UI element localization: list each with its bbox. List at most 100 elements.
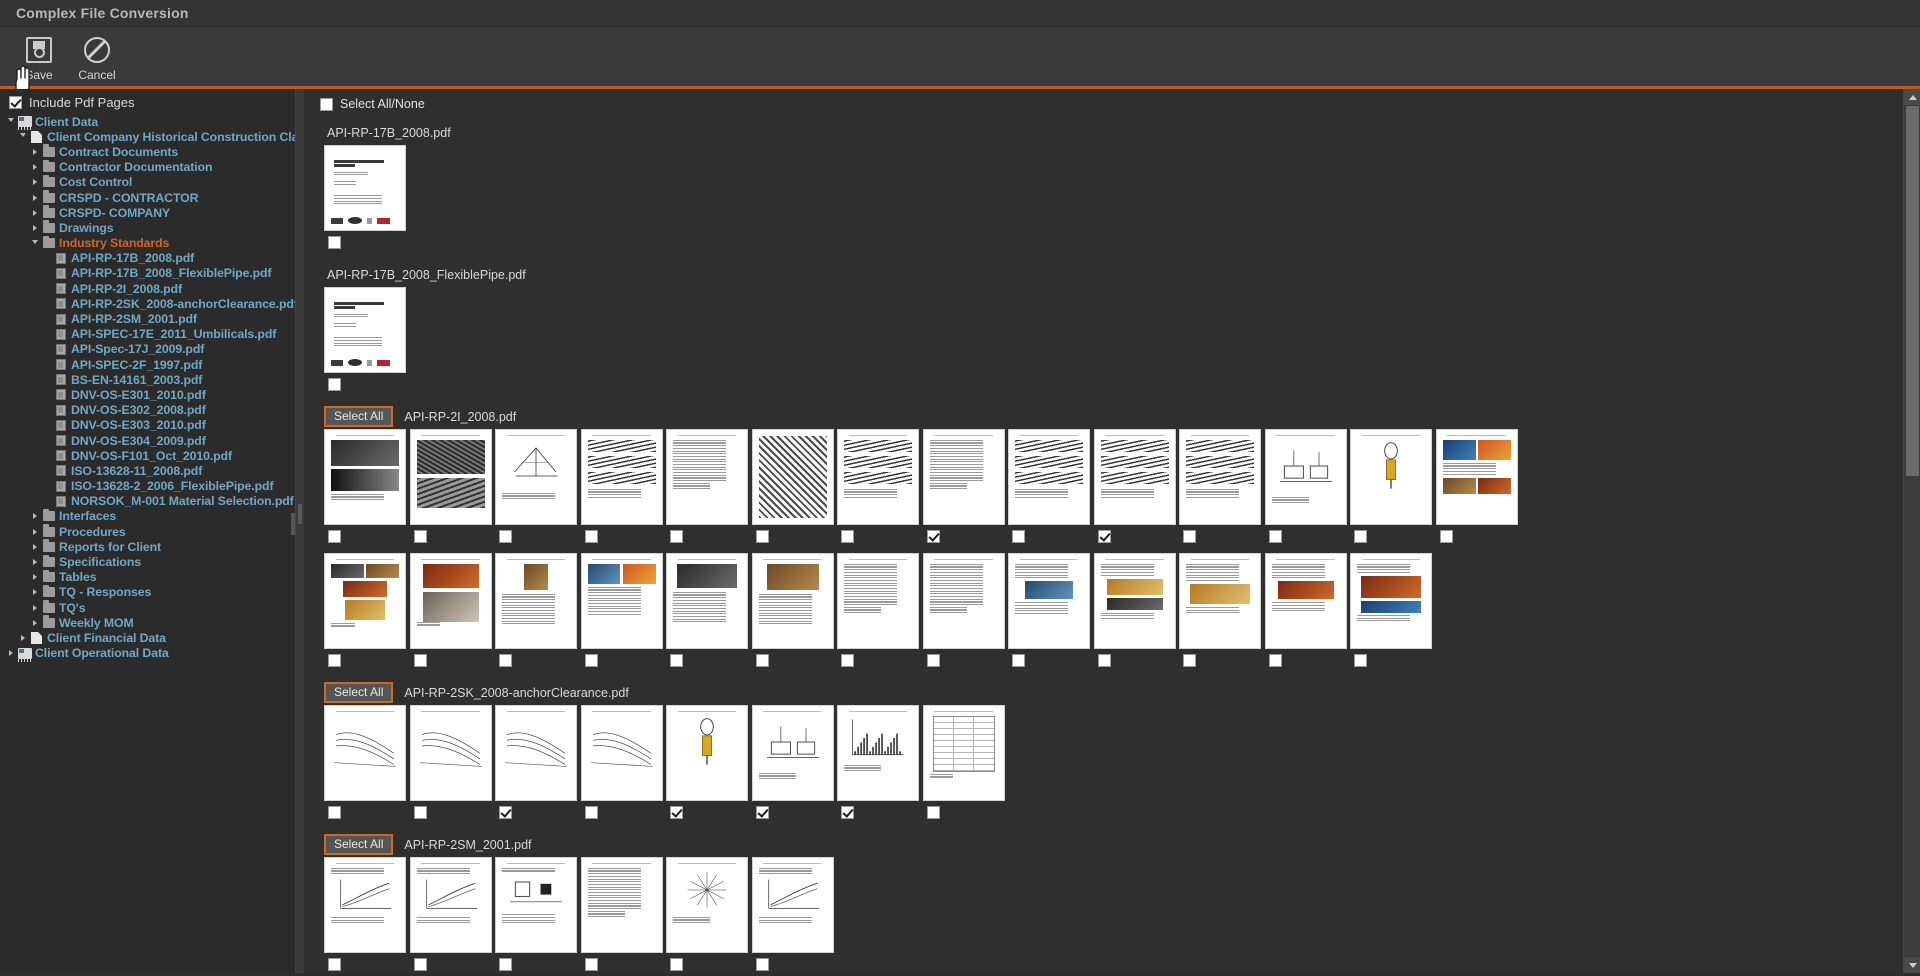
section-select-all-button[interactable]: Select All [324, 682, 394, 703]
page-thumbnail[interactable] [837, 429, 919, 525]
tree-node-api-spec-17j-2009-pdf[interactable]: API-Spec-17J_2009.pdf [4, 342, 295, 357]
scrollbar-thumb[interactable] [1906, 106, 1919, 476]
select-all-none-row[interactable]: Select All/None [310, 95, 1903, 117]
page-select-checkbox[interactable] [1354, 654, 1367, 667]
page-select-checkbox[interactable] [841, 806, 854, 819]
page-thumbnail[interactable] [1264, 429, 1347, 525]
page-select-checkbox[interactable] [670, 530, 683, 543]
tree-node-dnv-os-e303-2010-pdf[interactable]: DNV-OS-E303_2010.pdf [4, 418, 295, 433]
tree-node-bs-en-14161-2003-pdf[interactable]: BS-EN-14161_2003.pdf [4, 372, 295, 387]
tree-node-dnv-os-f101-oct-2010-pdf[interactable]: DNV-OS-F101_Oct_2010.pdf [4, 448, 295, 463]
page-select-checkbox[interactable] [1097, 530, 1111, 543]
page-select-checkbox[interactable] [1097, 654, 1111, 667]
page-thumbnail[interactable] [324, 705, 406, 801]
tree-node-dnv-os-e301-2010-pdf[interactable]: DNV-OS-E301_2010.pdf [4, 387, 295, 402]
page-select-checkbox[interactable] [926, 654, 940, 667]
panel-splitter-handle[interactable] [291, 513, 295, 536]
page-thumbnail[interactable] [580, 857, 663, 953]
tree-node-specifications[interactable]: Specifications [4, 554, 295, 569]
page-select-checkbox[interactable] [499, 806, 512, 819]
page-thumbnail[interactable] [495, 705, 577, 801]
page-select-checkbox[interactable] [328, 236, 341, 249]
tree-expand-arrow-icon[interactable] [28, 148, 41, 155]
page-thumbnail[interactable] [751, 857, 834, 953]
tree-node-interfaces[interactable]: Interfaces [4, 508, 295, 524]
include-pdf-pages-row[interactable]: Include Pdf Pages [0, 89, 295, 114]
page-thumbnail[interactable] [666, 429, 748, 525]
page-select-checkbox[interactable] [670, 654, 683, 667]
tree-node-tq-s[interactable]: TQ's [4, 600, 295, 615]
page-select-checkbox[interactable] [755, 958, 769, 971]
tree-node-weekly-mom[interactable]: Weekly MOM [4, 615, 295, 630]
tree-expand-arrow-icon[interactable] [4, 650, 17, 657]
tree-expand-arrow-icon[interactable] [28, 194, 41, 201]
vertical-scrollbar[interactable] [1903, 89, 1920, 973]
page-thumbnail[interactable] [751, 429, 834, 525]
tree-node-cost-control[interactable]: Cost Control [4, 174, 295, 190]
section-select-all-button[interactable]: Select All [324, 406, 394, 427]
tree-expand-arrow-icon[interactable] [28, 513, 41, 520]
tree-node-procedures[interactable]: Procedures [4, 524, 295, 539]
page-thumbnail[interactable] [409, 857, 492, 953]
tree-node-client-company-historical-construction-claim[interactable]: Client Company Historical Construction C… [4, 129, 295, 144]
tree-node-client-data[interactable]: Client Data [4, 114, 295, 131]
tree-node-iso-13628-2-2006-flexiblepipe-pdf[interactable]: ISO-13628-2_2006_FlexiblePipe.pdf [4, 479, 295, 494]
tree-node-api-spec-2f-1997-pdf[interactable]: API-SPEC-2F_1997.pdf [4, 357, 295, 372]
tree-expand-arrow-icon[interactable] [28, 604, 41, 611]
cancel-button[interactable]: Cancel [68, 33, 126, 82]
page-thumbnail[interactable] [580, 429, 663, 525]
page-select-checkbox[interactable] [328, 958, 341, 971]
page-select-checkbox[interactable] [1183, 654, 1196, 667]
page-thumbnail[interactable] [495, 553, 577, 649]
select-all-none-checkbox[interactable] [320, 97, 333, 111]
page-select-checkbox[interactable] [1012, 530, 1025, 543]
page-thumbnail[interactable] [751, 705, 834, 801]
page-select-checkbox[interactable] [499, 958, 512, 971]
page-thumbnail[interactable] [1435, 429, 1518, 525]
page-select-checkbox[interactable] [841, 654, 854, 667]
include-pdf-pages-checkbox[interactable] [9, 96, 22, 109]
page-select-checkbox[interactable] [499, 530, 512, 543]
tree-expand-arrow-icon[interactable] [28, 559, 41, 566]
tree-node-client-operational-data[interactable]: Client Operational Data [4, 646, 295, 662]
page-thumbnail[interactable] [751, 553, 834, 649]
page-thumbnail[interactable] [1008, 553, 1090, 649]
tree-node-api-rp-17b-2008-flexiblepipe-pdf[interactable]: API-RP-17B_2008_FlexiblePipe.pdf [4, 266, 295, 281]
page-select-checkbox[interactable] [926, 530, 940, 543]
page-select-checkbox[interactable] [1354, 530, 1367, 543]
page-thumbnail[interactable] [580, 553, 663, 649]
page-select-checkbox[interactable] [1268, 530, 1282, 543]
tree-node-crspd-contractor[interactable]: CRSPD - CONTRACTOR [4, 190, 295, 205]
page-thumbnail[interactable] [409, 429, 492, 525]
tree-node-crspd-company[interactable]: CRSPD- COMPANY [4, 205, 295, 220]
page-select-checkbox[interactable] [584, 530, 598, 543]
tree-node-contractor-documentation[interactable]: Contractor Documentation [4, 159, 295, 175]
page-select-checkbox[interactable] [413, 958, 427, 971]
page-select-checkbox[interactable] [1268, 654, 1282, 667]
page-thumbnail[interactable] [1350, 553, 1432, 649]
page-select-checkbox[interactable] [670, 958, 683, 971]
page-thumbnail[interactable] [495, 429, 577, 525]
tree-expand-arrow-icon[interactable] [28, 179, 41, 186]
inner-splitter-grip[interactable] [298, 504, 302, 525]
tree-node-contract-documents[interactable]: Contract Documents [4, 144, 295, 159]
tree-expand-arrow-icon[interactable] [28, 574, 41, 581]
page-thumbnail[interactable] [1093, 553, 1176, 649]
tree-node-tables[interactable]: Tables [4, 569, 295, 585]
page-thumbnail[interactable] [1179, 429, 1261, 525]
section-select-all-button[interactable]: Select All [324, 834, 394, 855]
save-button[interactable]: Save [10, 33, 68, 82]
page-thumbnail[interactable] [922, 429, 1005, 525]
page-thumbnail[interactable] [1350, 429, 1432, 525]
page-thumbnail[interactable] [324, 145, 406, 231]
page-select-checkbox[interactable] [328, 806, 341, 819]
page-select-checkbox[interactable] [499, 654, 512, 667]
page-select-checkbox[interactable] [670, 806, 683, 819]
page-thumbnail[interactable] [666, 705, 748, 801]
tree-node-api-rp-2sm-2001-pdf[interactable]: API-RP-2SM_2001.pdf [4, 311, 295, 326]
tree-collapse-arrow-icon[interactable] [4, 118, 17, 125]
page-thumbnail[interactable] [409, 705, 492, 801]
tree-expand-arrow-icon[interactable] [16, 634, 29, 641]
page-thumbnail[interactable] [324, 287, 406, 373]
page-select-checkbox[interactable] [328, 530, 341, 543]
